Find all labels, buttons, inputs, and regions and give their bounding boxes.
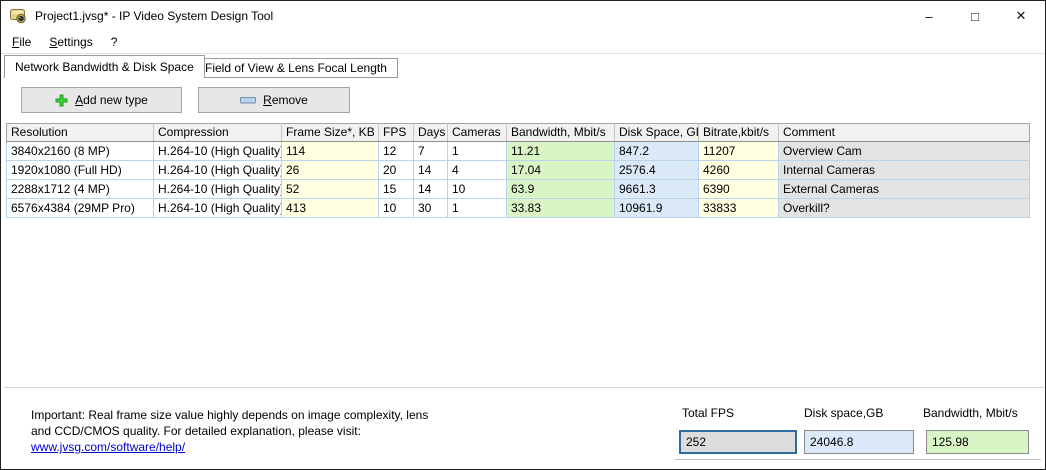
cell-fps[interactable]: 20 xyxy=(379,161,414,180)
cell-compression[interactable]: H.264-10 (High Quality) xyxy=(154,142,282,161)
cell-disk-space: 10961.9 xyxy=(615,199,699,218)
total-bandwidth-field[interactable]: 125.98 xyxy=(926,430,1029,454)
add-new-type-label: Add new type xyxy=(75,93,148,107)
app-icon xyxy=(10,8,28,24)
totals-groove-line xyxy=(675,459,1041,460)
tab-field-of-view-lens-focal-length[interactable]: Field of View & Lens Focal Length xyxy=(194,58,398,78)
help-link[interactable]: www.jvsg.com/software/help/ xyxy=(31,440,185,454)
cell-frame-size[interactable]: 413 xyxy=(282,199,379,218)
cell-cameras[interactable]: 1 xyxy=(448,199,507,218)
menubar: File Settings ? xyxy=(1,31,1045,53)
cell-disk-space: 847.2 xyxy=(615,142,699,161)
cell-cameras[interactable]: 4 xyxy=(448,161,507,180)
table-row: 1920x1080 (Full HD) H.264-10 (High Quali… xyxy=(7,161,1030,180)
total-fps-label: Total FPS xyxy=(682,406,734,420)
minus-icon xyxy=(240,97,256,104)
main-area: Network Bandwidth & Disk Space Field of … xyxy=(1,53,1045,469)
column-header-resolution: Resolution xyxy=(7,124,154,142)
note-line-2: and CCD/CMOS quality. For detailed expla… xyxy=(31,423,428,439)
cell-fps[interactable]: 10 xyxy=(379,199,414,218)
maximize-icon: □ xyxy=(971,9,979,24)
cell-fps[interactable]: 15 xyxy=(379,180,414,199)
maximize-button[interactable]: □ xyxy=(952,1,998,31)
cell-compression[interactable]: H.264-10 (High Quality) xyxy=(154,180,282,199)
cell-frame-size[interactable]: 52 xyxy=(282,180,379,199)
remove-label: Remove xyxy=(263,93,308,107)
camera-table-container: Resolution Compression Frame Size*, KB F… xyxy=(6,123,1029,218)
cell-resolution[interactable]: 3840x2160 (8 MP) xyxy=(7,142,154,161)
titlebar: Project1.jvsg* - IP Video System Design … xyxy=(1,1,1045,31)
cell-days[interactable]: 30 xyxy=(414,199,448,218)
total-disk-space-label: Disk space,GB xyxy=(804,406,883,420)
cell-bitrate[interactable]: 33833 xyxy=(699,199,779,218)
cell-comment[interactable]: Internal Cameras xyxy=(779,161,1030,180)
header-row: Resolution Compression Frame Size*, KB F… xyxy=(7,124,1030,142)
remove-button[interactable]: Remove xyxy=(198,87,350,113)
plus-icon xyxy=(55,94,68,107)
cell-comment[interactable]: External Cameras xyxy=(779,180,1030,199)
column-header-disk-space: Disk Space, GB xyxy=(615,124,699,142)
cell-days[interactable]: 14 xyxy=(414,161,448,180)
cell-cameras[interactable]: 1 xyxy=(448,142,507,161)
cell-disk-space: 9661.3 xyxy=(615,180,699,199)
cell-resolution[interactable]: 6576x4384 (29MP Pro) xyxy=(7,199,154,218)
table-row: 2288x1712 (4 MP) H.264-10 (High Quality)… xyxy=(7,180,1030,199)
column-header-comment: Comment xyxy=(779,124,1030,142)
column-header-frame-size: Frame Size*, KB xyxy=(282,124,379,142)
cell-fps[interactable]: 12 xyxy=(379,142,414,161)
menu-item-file[interactable]: File xyxy=(3,32,40,52)
cell-resolution[interactable]: 1920x1080 (Full HD) xyxy=(7,161,154,180)
cell-frame-size[interactable]: 114 xyxy=(282,142,379,161)
close-button[interactable]: ✕ xyxy=(998,1,1044,31)
column-header-cameras: Cameras xyxy=(448,124,507,142)
cell-comment[interactable]: Overview Cam xyxy=(779,142,1030,161)
menu-item-help[interactable]: ? xyxy=(102,32,127,52)
cell-disk-space: 2576.4 xyxy=(615,161,699,180)
column-header-fps: FPS xyxy=(379,124,414,142)
cell-cameras[interactable]: 10 xyxy=(448,180,507,199)
close-icon: ✕ xyxy=(1016,8,1027,24)
total-disk-space-field[interactable]: 24046.8 xyxy=(804,430,914,454)
cell-frame-size[interactable]: 26 xyxy=(282,161,379,180)
column-header-bitrate: Bitrate,kbit/s xyxy=(699,124,779,142)
cell-bandwidth: 11.21 xyxy=(507,142,615,161)
cell-bitrate[interactable]: 6390 xyxy=(699,180,779,199)
note-line-1: Important: Real frame size value highly … xyxy=(31,407,428,423)
cell-comment[interactable]: Overkill? xyxy=(779,199,1030,218)
add-new-type-button[interactable]: Add new type xyxy=(21,87,182,113)
cell-bandwidth: 63.9 xyxy=(507,180,615,199)
cell-days[interactable]: 14 xyxy=(414,180,448,199)
total-fps-field[interactable]: 252 xyxy=(679,430,797,454)
app-window: Project1.jvsg* - IP Video System Design … xyxy=(0,0,1046,470)
total-bandwidth-label: Bandwidth, Mbit/s xyxy=(923,406,1018,420)
column-header-days: Days xyxy=(414,124,448,142)
column-header-bandwidth: Bandwidth, Mbit/s xyxy=(507,124,615,142)
minimize-icon: – xyxy=(925,9,932,24)
footer-separator xyxy=(4,387,1044,388)
menu-item-settings[interactable]: Settings xyxy=(40,32,101,52)
cell-days[interactable]: 7 xyxy=(414,142,448,161)
table-row: 3840x2160 (8 MP) H.264-10 (High Quality)… xyxy=(7,142,1030,161)
cell-bitrate[interactable]: 11207 xyxy=(699,142,779,161)
minimize-button[interactable]: – xyxy=(906,1,952,31)
window-controls: – □ ✕ xyxy=(906,1,1044,31)
window-title: Project1.jvsg* - IP Video System Design … xyxy=(35,9,273,23)
cell-compression[interactable]: H.264-10 (High Quality) xyxy=(154,161,282,180)
footer-note: Important: Real frame size value highly … xyxy=(31,407,428,455)
cell-bandwidth: 33.83 xyxy=(507,199,615,218)
table-row: 6576x4384 (29MP Pro) H.264-10 (High Qual… xyxy=(7,199,1030,218)
camera-table: Resolution Compression Frame Size*, KB F… xyxy=(6,123,1030,218)
cell-bitrate[interactable]: 4260 xyxy=(699,161,779,180)
cell-bandwidth: 17.04 xyxy=(507,161,615,180)
tab-network-bandwidth-disk-space[interactable]: Network Bandwidth & Disk Space xyxy=(4,55,205,78)
cell-compression[interactable]: H.264-10 (High Quality) xyxy=(154,199,282,218)
column-header-compression: Compression xyxy=(154,124,282,142)
cell-resolution[interactable]: 2288x1712 (4 MP) xyxy=(7,180,154,199)
